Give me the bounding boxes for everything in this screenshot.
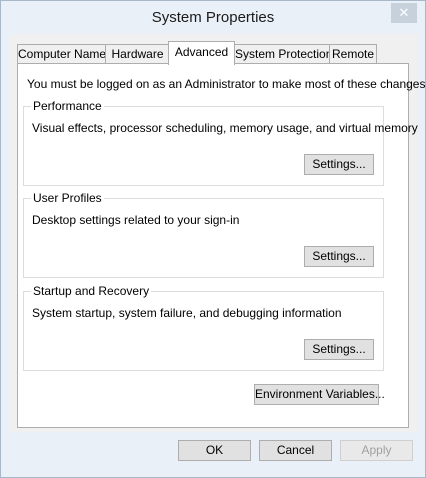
tab-computer-name[interactable]: Computer Name [17,44,106,64]
tab-advanced[interactable]: Advanced [168,41,235,65]
user-profiles-description: Desktop settings related to your sign-in [32,213,240,227]
startup-recovery-group-label: Startup and Recovery [31,284,152,298]
user-profiles-group-label: User Profiles [31,191,104,205]
performance-group: Performance Visual effects, processor sc… [23,99,418,186]
system-properties-window: System Properties ✕ Computer Name Hardwa… [0,0,426,478]
startup-recovery-description: System startup, system failure, and debu… [32,306,342,320]
environment-variables-button[interactable]: Environment Variables... [254,384,385,405]
user-profiles-group: User Profiles Desktop settings related t… [23,191,384,278]
close-icon[interactable]: ✕ [391,3,417,23]
window-title: System Properties [151,9,275,26]
tab-hardware[interactable]: Hardware [105,44,170,64]
performance-description: Visual effects, processor scheduling, me… [32,121,418,135]
apply-button[interactable]: Apply [340,440,413,461]
title-bar[interactable]: System Properties ✕ [1,1,425,34]
tab-remote[interactable]: Remote [329,44,377,64]
admin-notice: You must be logged on as an Administrato… [27,77,426,91]
tab-system-protection[interactable]: System Protection [234,44,332,64]
performance-settings-button[interactable]: Settings... [304,154,374,175]
cancel-button[interactable]: Cancel [259,440,332,461]
ok-button[interactable]: OK [178,440,251,461]
startup-recovery-settings-button[interactable]: Settings... [304,339,374,360]
startup-recovery-group: Startup and Recovery System startup, sys… [23,284,384,371]
user-profiles-settings-button[interactable]: Settings... [304,246,374,267]
advanced-tab-panel: You must be logged on as an Administrato… [17,63,426,428]
performance-group-label: Performance [31,99,104,113]
dialog-body: Computer Name Hardware Advanced System P… [9,34,426,461]
